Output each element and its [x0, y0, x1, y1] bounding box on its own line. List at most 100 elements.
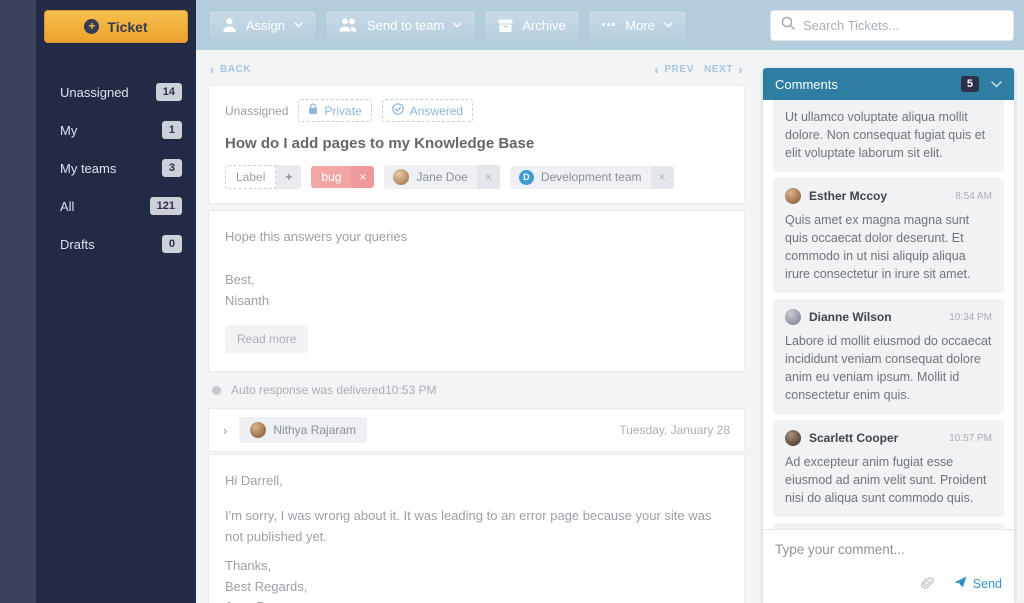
comment-text: Quis amet ex magna magna sunt quis occae…	[785, 213, 971, 281]
read-more-button[interactable]: Read more	[225, 325, 309, 354]
label-text: Label	[225, 165, 277, 189]
new-ticket-button[interactable]: + Ticket	[44, 10, 188, 43]
auto-response-row: Auto response was delivered10:53 PM	[208, 372, 745, 408]
plus-icon: +	[84, 19, 100, 34]
lock-icon	[308, 103, 318, 118]
sidebar-item-my[interactable]: My 1	[44, 111, 188, 149]
expand-chevron-icon[interactable]: ›	[223, 423, 227, 438]
attachment-icon[interactable]	[921, 576, 934, 591]
answered-badge[interactable]: Answered	[381, 99, 474, 122]
search-box	[770, 9, 1014, 41]
tag-bug-label: bug	[311, 166, 352, 188]
more-button[interactable]: ••• More	[587, 9, 687, 41]
sidebar-item-label: All	[60, 198, 75, 214]
chevron-right-icon: ›	[738, 61, 743, 77]
left-rail	[0, 0, 36, 603]
count-badge: 3	[161, 159, 182, 177]
message-line: Hope this answers your queries	[225, 229, 408, 244]
comment-item: Ut ullamco voluptate aliqua mollit dolor…	[773, 100, 1004, 172]
count-badge: 0	[161, 235, 182, 253]
comment-author: Esther Mccoy	[809, 189, 888, 203]
private-label: Private	[324, 103, 362, 118]
comment-time: 8:54 AM	[955, 190, 992, 202]
send-to-team-button[interactable]: Send to team	[325, 9, 477, 41]
comment-author: Scarlett Cooper	[809, 431, 899, 445]
message-card: Hi Darrell, I'm sorry, I was wrong about…	[208, 454, 745, 603]
ticket-title: How do I add pages to my Knowledge Base	[225, 135, 535, 152]
back-label: BACK	[219, 64, 252, 75]
signature-line: Best Regards,	[225, 578, 308, 594]
add-label-icon[interactable]: +	[276, 165, 302, 189]
sidebar-item-all[interactable]: All 121	[44, 187, 188, 225]
next-link[interactable]: NEXT ›	[703, 61, 743, 77]
team-icon: D	[518, 169, 534, 185]
tags-row: Label + bug × Jane Doe × D Development t…	[225, 165, 728, 189]
team-name: Development team	[540, 170, 642, 184]
comment-time: 10:57 PM	[949, 432, 992, 444]
assign-button[interactable]: Assign	[208, 9, 318, 41]
comment-item: Scarlett Cooper 10:57 PM Ad excepteur an…	[773, 420, 1004, 517]
archive-button[interactable]: Archive	[484, 9, 580, 41]
send-label: Send	[972, 576, 1002, 591]
add-label-chip[interactable]: Label +	[225, 165, 302, 189]
main-region: Assign Send to team Archive ••• More Sea…	[196, 0, 1024, 603]
app-root: + Ticket Unassigned 14 My 1 My teams 3 A…	[0, 0, 1024, 603]
signature-line: Best,	[225, 271, 255, 287]
collapsed-message-header[interactable]: › Nithya Rajaram Tuesday, January 28	[208, 408, 745, 453]
back-link[interactable]: ‹ BACK	[210, 61, 252, 77]
sidebar-item-label: Drafts	[60, 236, 95, 252]
tag-team: D Development team ×	[509, 165, 674, 189]
private-badge[interactable]: Private	[298, 99, 372, 122]
sidebar-item-drafts[interactable]: Drafts 0	[44, 225, 188, 263]
comments-list[interactable]: Ut ullamco voluptate aliqua mollit dolor…	[763, 100, 1014, 529]
check-circle-icon	[391, 103, 404, 118]
send-comment-button[interactable]: Send	[954, 576, 1002, 591]
remove-tag-icon[interactable]: ×	[351, 166, 375, 188]
sidebar-item-label: My teams	[60, 160, 117, 176]
sidebar: + Ticket Unassigned 14 My 1 My teams 3 A…	[0, 0, 196, 603]
message-line: I'm sorry, I was wrong about it. It was …	[225, 508, 712, 544]
signature-line: Thanks,	[225, 557, 272, 573]
sidebar-item-label: My	[60, 122, 78, 138]
sender-chip[interactable]: Nithya Rajaram	[239, 417, 368, 444]
people-icon	[339, 18, 358, 32]
auto-response-time: 10:53 PM	[385, 383, 437, 398]
comment-item: Dianne Wilson 10:34 PM Labore id mollit …	[773, 299, 1004, 414]
comment-composer: Send	[763, 529, 1014, 603]
chevron-left-icon: ‹	[210, 61, 215, 77]
search-input[interactable]	[803, 17, 1003, 33]
comment-text: Ad excepteur anim fugiat esse eiusmod ad…	[785, 455, 987, 505]
comment-input[interactable]	[775, 542, 1002, 557]
content-area: ‹ BACK ‹ PREV NEXT › Unassigned Private …	[196, 50, 1024, 603]
sidebar-item-label: Unassigned	[60, 84, 129, 100]
chevron-down-icon	[453, 22, 463, 28]
comment-time: 10:34 PM	[949, 311, 992, 323]
comments-header[interactable]: Comments 5	[763, 68, 1014, 100]
prev-link[interactable]: ‹ PREV	[654, 63, 694, 76]
avatar	[393, 169, 410, 185]
sidebar-nav: Unassigned 14 My 1 My teams 3 All 121 Dr…	[44, 73, 188, 263]
ellipsis-icon: •••	[601, 19, 617, 31]
search-icon	[781, 16, 795, 35]
message-date: Tuesday, January 28	[619, 423, 730, 438]
sidebar-main: + Ticket Unassigned 14 My 1 My teams 3 A…	[36, 0, 196, 603]
message-gap	[225, 248, 728, 270]
remove-team-icon[interactable]: ×	[650, 165, 674, 189]
sender-name: Nithya Rajaram	[273, 423, 357, 438]
comments-panel: Comments 5 Ut ullamco voluptate aliqua m…	[763, 68, 1014, 603]
ticket-nav-row: ‹ BACK ‹ PREV NEXT ›	[208, 62, 745, 85]
comment-item: Esther Mccoy 8:54 AM Quis amet ex magna …	[773, 178, 1004, 293]
assignee-name: Jane Doe	[416, 170, 468, 184]
next-label: NEXT	[703, 64, 734, 75]
person-icon	[222, 18, 237, 32]
ticket-column: ‹ BACK ‹ PREV NEXT › Unassigned Private …	[208, 62, 745, 603]
avatar	[785, 430, 801, 446]
message-card: Hope this answers your queries Best, Nis…	[208, 210, 745, 373]
sidebar-item-unassigned[interactable]: Unassigned 14	[44, 73, 188, 111]
chevron-down-icon[interactable]	[991, 75, 1002, 93]
message-gap	[225, 492, 728, 506]
answered-label: Answered	[409, 103, 464, 118]
comment-text: Ut ullamco voluptate aliqua mollit dolor…	[785, 110, 986, 160]
sidebar-item-my-teams[interactable]: My teams 3	[44, 149, 188, 187]
remove-assignee-icon[interactable]: ×	[476, 165, 500, 189]
